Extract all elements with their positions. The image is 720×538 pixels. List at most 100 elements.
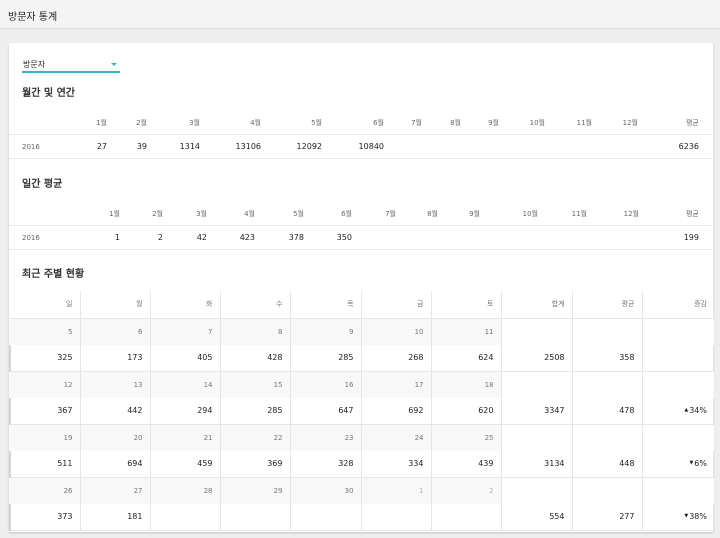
date-cell: 21 [150, 424, 221, 451]
empty-cell [501, 424, 573, 451]
empty-cell [572, 371, 643, 398]
week-dates-row: 26 27 28 29 30 1 2 [10, 477, 714, 504]
value-cell [361, 504, 432, 531]
value-cell: 373 [9, 504, 81, 531]
table-cell: 350 [336, 233, 352, 242]
total-cell: 3134 [501, 451, 573, 478]
column-header: 1월 [96, 119, 107, 127]
value-cell [290, 504, 362, 531]
metric-select[interactable]: 방문자 [22, 57, 120, 73]
date-cell: 15 [220, 371, 291, 398]
table-cell: 423 [239, 233, 255, 242]
value-cell [431, 504, 502, 531]
triangle-up-icon: ▲ [684, 407, 689, 414]
column-header: 평균 [572, 291, 643, 319]
column-header: 토 [431, 291, 502, 319]
value-cell: 405 [150, 345, 221, 372]
column-header: 1월 [109, 210, 120, 218]
daily-data-row: 2016 1 2 42 423 378 350 199 [9, 226, 713, 250]
value-cell: 294 [150, 398, 221, 425]
year-label: 2016 [22, 234, 40, 242]
date-cell: 29 [220, 477, 291, 504]
value-cell [220, 504, 291, 531]
table-cell: 378 [288, 233, 304, 242]
column-header: 합계 [501, 291, 573, 319]
date-cell: 6 [80, 318, 151, 345]
column-header: 10월 [522, 210, 538, 218]
value-cell: 285 [220, 398, 291, 425]
top-bar: 방문자 통계 [0, 0, 720, 29]
column-header: 11월 [571, 210, 587, 218]
average-cell: 277 [572, 504, 643, 531]
column-header: 12월 [622, 119, 638, 127]
column-header: 11월 [576, 119, 592, 127]
value-cell: 442 [80, 398, 151, 425]
empty-cell [572, 477, 643, 504]
column-header: 2월 [136, 119, 147, 127]
value-cell: 325 [9, 345, 81, 372]
value-cell [150, 504, 221, 531]
change-cell [642, 345, 714, 372]
date-cell: 28 [150, 477, 221, 504]
week-values-row: 373 181 554 277 ▼38% [9, 504, 714, 531]
column-header: 3월 [189, 119, 200, 127]
empty-cell [642, 318, 714, 345]
week-dates-row: 12 13 14 15 16 17 18 [10, 371, 714, 398]
daily-table: 1월 2월 3월 4월 5월 6월 7월 8월 9월 10월 11월 12월 평균 2016 1 2 42 423… [9, 202, 713, 250]
value-cell: 692 [361, 398, 432, 425]
date-cell: 5 [10, 318, 81, 345]
table-cell: 42 [196, 233, 207, 242]
empty-cell [642, 477, 714, 504]
table-cell: 10840 [358, 142, 384, 151]
monthly-header-row: 1월 2월 3월 4월 5월 6월 7월 8월 9월 10월 11월 12월 평균 [9, 111, 713, 135]
change-cell: ▼38% [642, 504, 714, 531]
triangle-down-icon: ▼ [684, 513, 689, 520]
column-header: 2월 [152, 210, 163, 218]
column-header: 6월 [373, 119, 384, 127]
date-cell: 18 [431, 371, 502, 398]
column-header: 6월 [341, 210, 352, 218]
column-header: 일 [10, 291, 81, 319]
week-values-row: 511 694 459 369 328 334 439 3134 448 ▼6% [9, 451, 714, 478]
monthly-section-title: 월간 및 연간 [22, 88, 75, 99]
value-cell: 181 [80, 504, 151, 531]
value-cell: 328 [290, 451, 362, 478]
column-header: 4월 [250, 119, 261, 127]
value-cell: 694 [80, 451, 151, 478]
week-values-row: 325 173 405 428 285 268 624 2508 358 [9, 345, 714, 372]
table-cell: 39 [136, 142, 147, 151]
value-cell: 369 [220, 451, 291, 478]
date-cell: 2 [431, 477, 502, 504]
weekly-header-row: 일 월 화 수 목 금 토 합계 평균 증감 [10, 291, 714, 319]
value-cell: 647 [290, 398, 362, 425]
value-cell: 173 [80, 345, 151, 372]
column-header: 3월 [196, 210, 207, 218]
stats-card: 방문자 월간 및 연간 1월 2월 3월 4월 5월 6월 7월 8월 9월 10월 11월 12월 평… [9, 43, 714, 532]
table-cell: 199 [683, 233, 699, 242]
empty-cell [642, 371, 714, 398]
value-cell: 620 [431, 398, 502, 425]
value-cell: 511 [9, 451, 81, 478]
week-values-row: 367 442 294 285 647 692 620 3347 478 ▲34% [9, 398, 714, 425]
date-cell: 22 [220, 424, 291, 451]
column-header: 화 [150, 291, 221, 319]
value-cell: 334 [361, 451, 432, 478]
table-cell: 1 [114, 233, 120, 242]
value-cell: 367 [9, 398, 81, 425]
total-cell: 3347 [501, 398, 573, 425]
value-cell: 428 [220, 345, 291, 372]
column-header: 4월 [244, 210, 255, 218]
empty-cell [642, 424, 714, 451]
weekly-table: 일 월 화 수 목 금 토 합계 평균 증감 5 6 7 8 9 10 11 325 173 405 428 285 268… [9, 291, 714, 531]
date-cell: 16 [290, 371, 362, 398]
column-header: 10월 [529, 119, 545, 127]
value-cell: 439 [431, 451, 502, 478]
average-cell: 478 [572, 398, 643, 425]
week-dates-row: 5 6 7 8 9 10 11 [10, 318, 714, 345]
column-header: 목 [290, 291, 362, 319]
total-cell: 554 [501, 504, 573, 531]
column-header: 8월 [427, 210, 438, 218]
date-cell: 1 [361, 477, 432, 504]
weekly-section-title: 최근 주별 현황 [22, 269, 85, 280]
table-cell: 27 [96, 142, 107, 151]
